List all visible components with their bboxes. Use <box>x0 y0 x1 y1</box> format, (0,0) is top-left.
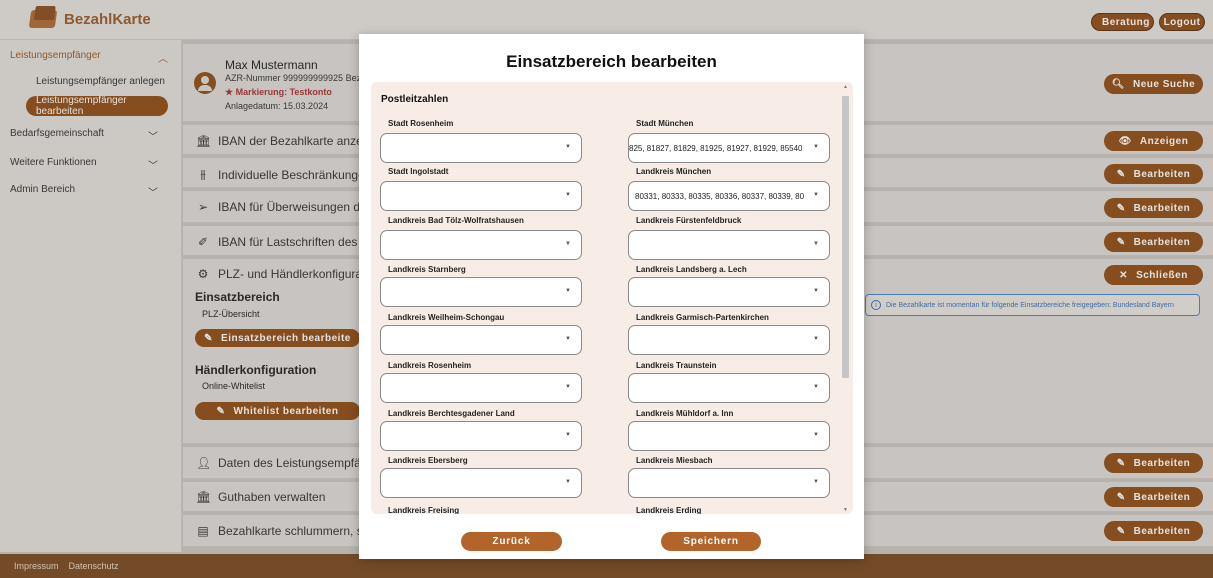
field-label: Landkreis Mühldorf a. Inn <box>636 409 734 418</box>
plz-select-stadt-muenchen[interactable]: 825, 81827, 81829, 81925, 81927, 81929, … <box>628 133 830 163</box>
field-label: Landkreis Miesbach <box>636 456 713 465</box>
field-label: Stadt Ingolstadt <box>388 167 449 176</box>
plz-select-landkreis-rosenheim[interactable]: ▼ <box>380 373 582 403</box>
plz-select-bad-toelz[interactable]: ▼ <box>380 230 582 260</box>
field-label: Landkreis Freising <box>388 506 460 514</box>
plz-select-fuerstenfeldbruck[interactable]: ▼ <box>628 230 830 260</box>
dropdown-arrow-icon: ▼ <box>813 144 819 150</box>
dropdown-arrow-icon: ▼ <box>565 192 571 198</box>
plz-select-weilheim-schongau[interactable]: ▼ <box>380 325 582 355</box>
plz-select-landsberg[interactable]: ▼ <box>628 277 830 307</box>
field-label: Stadt München <box>636 119 694 128</box>
dropdown-arrow-icon: ▼ <box>565 384 571 390</box>
field-label: Landkreis Berchtesgadener Land <box>388 409 515 418</box>
select-value: 825, 81827, 81829, 81925, 81927, 81929, … <box>629 144 803 153</box>
dropdown-arrow-icon: ▼ <box>565 288 571 294</box>
field-label: Landkreis Garmisch-Partenkirchen <box>636 313 769 322</box>
scroll-down-arrow-icon[interactable]: ▼ <box>843 507 848 513</box>
dropdown-arrow-icon: ▼ <box>565 432 571 438</box>
field-label: Landkreis Fürstenfeldbruck <box>636 216 742 225</box>
field-label: Landkreis Rosenheim <box>388 361 472 370</box>
plz-select-muehldorf[interactable]: ▼ <box>628 421 830 451</box>
field-label: Landkreis Starnberg <box>388 265 466 274</box>
plz-select-starnberg[interactable]: ▼ <box>380 277 582 307</box>
select-value: 80331, 80333, 80335, 80336, 80337, 80339… <box>635 192 805 201</box>
scroll-up-arrow-icon[interactable]: ▲ <box>843 84 848 90</box>
plz-select-garmisch[interactable]: ▼ <box>628 325 830 355</box>
postleitzahlen-heading: Postleitzahlen <box>381 94 449 105</box>
dropdown-arrow-icon: ▼ <box>813 288 819 294</box>
dropdown-arrow-icon: ▼ <box>813 241 819 247</box>
field-label: Landkreis München <box>636 167 712 176</box>
plz-select-traunstein[interactable]: ▼ <box>628 373 830 403</box>
dropdown-arrow-icon: ▼ <box>813 479 819 485</box>
field-label: Landkreis Ebersberg <box>388 456 468 465</box>
dropdown-arrow-icon: ▼ <box>565 144 571 150</box>
modal-title: Einsatzbereich bearbeiten <box>506 52 717 71</box>
plz-select-landkreis-muenchen[interactable]: 80331, 80333, 80335, 80336, 80337, 80339… <box>628 181 830 211</box>
dropdown-arrow-icon: ▼ <box>813 336 819 342</box>
field-label: Stadt Rosenheim <box>388 119 454 128</box>
modal-scroll-area[interactable]: Postleitzahlen Stadt Rosenheim ▼ Stadt M… <box>371 82 853 514</box>
dropdown-arrow-icon: ▼ <box>813 192 819 198</box>
dropdown-arrow-icon: ▼ <box>565 479 571 485</box>
field-label: Landkreis Weilheim-Schongau <box>388 313 505 322</box>
field-label: Landkreis Landsberg a. Lech <box>636 265 747 274</box>
plz-select-stadt-rosenheim[interactable]: ▼ <box>380 133 582 163</box>
plz-select-stadt-ingolstadt[interactable]: ▼ <box>380 181 582 211</box>
speichern-button[interactable]: Speichern <box>661 532 761 551</box>
plz-select-ebersberg[interactable]: ▼ <box>380 468 582 498</box>
dropdown-arrow-icon: ▼ <box>565 336 571 342</box>
plz-select-berchtesgaden[interactable]: ▼ <box>380 421 582 451</box>
dropdown-arrow-icon: ▼ <box>813 432 819 438</box>
dropdown-arrow-icon: ▼ <box>565 241 571 247</box>
einsatzbereich-modal: Einsatzbereich bearbeiten Postleitzahlen… <box>359 34 864 559</box>
zurueck-button[interactable]: Zurück <box>461 532 562 551</box>
dropdown-arrow-icon: ▼ <box>813 384 819 390</box>
plz-select-miesbach[interactable]: ▼ <box>628 468 830 498</box>
field-label: Landkreis Traunstein <box>636 361 717 370</box>
field-label: Landkreis Bad Tölz-Wolfratshausen <box>388 216 524 225</box>
field-label: Landkreis Erding <box>636 506 702 514</box>
modal-scrollbar-thumb[interactable] <box>842 96 849 378</box>
